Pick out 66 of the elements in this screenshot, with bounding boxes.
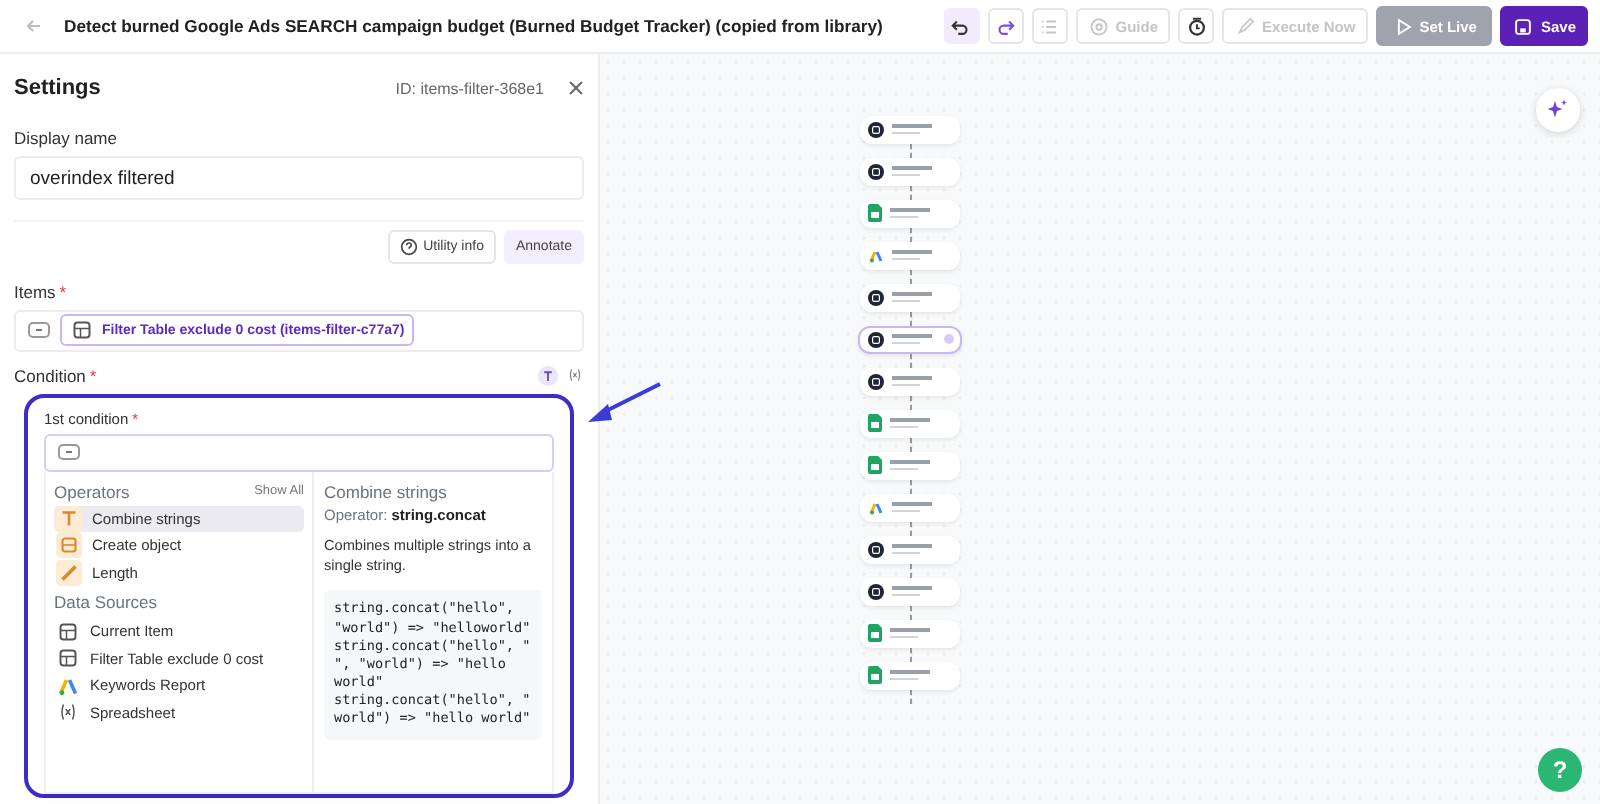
ads-logo-icon (868, 247, 884, 264)
table-icon (70, 318, 94, 343)
condition-field[interactable] (44, 433, 554, 472)
flow-node[interactable] (860, 368, 960, 395)
undo-icon (950, 15, 973, 37)
step-icon (868, 583, 884, 600)
step-icon (868, 541, 884, 558)
variable-icon (56, 700, 80, 725)
table-icon (56, 619, 80, 644)
sheet-icon (868, 204, 882, 223)
flow-node[interactable] (860, 452, 960, 479)
flow-node[interactable] (860, 620, 960, 647)
ai-assistant-button[interactable] (1536, 88, 1580, 132)
items-label: Items (14, 281, 56, 302)
section-heading: Operators (54, 481, 130, 502)
section-heading: Data Sources (54, 592, 159, 613)
display-name-label: Display name (14, 128, 119, 149)
flow-node[interactable] (858, 326, 962, 353)
flow-node[interactable] (860, 578, 960, 605)
node-id: ID: items-filter-368e1 (395, 79, 544, 98)
sheet-icon (868, 456, 882, 475)
variable-mode-icon[interactable] (566, 366, 584, 385)
close-icon[interactable] (568, 80, 584, 97)
save-icon (1512, 15, 1535, 37)
text-icon (56, 505, 82, 532)
undo-button[interactable] (943, 8, 980, 44)
flow-node[interactable] (860, 662, 960, 689)
sparkle-icon (1546, 98, 1570, 122)
redo-icon (994, 15, 1017, 37)
target-icon (1087, 15, 1110, 37)
flow-node[interactable] (860, 116, 960, 143)
variable-toggle-icon[interactable] (28, 322, 50, 339)
list-icon (1038, 15, 1061, 37)
condition-label: Condition (14, 365, 86, 386)
object-icon (56, 532, 82, 559)
required-mark: * (59, 281, 67, 302)
sheet-icon (868, 666, 882, 685)
sheet-icon (868, 624, 882, 643)
table-icon (56, 646, 80, 671)
help-circle-icon (399, 237, 418, 256)
step-icon (868, 373, 884, 390)
flow-node[interactable] (860, 284, 960, 311)
workflow-title: Detect burned Google Ads SEARCH campaign budget (Burned Budget Tracker) (copied from library) (64, 16, 883, 36)
clock-button[interactable] (1178, 8, 1215, 44)
step-icon (868, 289, 884, 306)
detail-title: Combine strings (324, 481, 449, 502)
ruler-icon (56, 559, 82, 586)
sheet-icon (868, 414, 882, 433)
step-icon (868, 163, 884, 180)
ads-logo-icon (868, 499, 884, 516)
flow-node[interactable] (860, 200, 960, 227)
flow-node[interactable] (860, 494, 960, 521)
step-icon (868, 121, 884, 138)
clock-icon (1185, 15, 1208, 37)
step-icon (868, 331, 884, 348)
flow-node[interactable] (860, 242, 960, 269)
flow-node[interactable] (860, 536, 960, 563)
flow-node[interactable] (860, 410, 960, 437)
display-name-field[interactable]: overindex filtered (14, 156, 584, 200)
required-mark: * (89, 365, 97, 386)
variable-toggle-icon[interactable] (58, 444, 80, 461)
settings-title: Settings (14, 76, 101, 101)
arrow-annotation (588, 382, 661, 422)
flow-node[interactable] (860, 158, 960, 185)
text-mode-icon[interactable] (538, 365, 558, 386)
redo-button[interactable] (987, 8, 1024, 44)
